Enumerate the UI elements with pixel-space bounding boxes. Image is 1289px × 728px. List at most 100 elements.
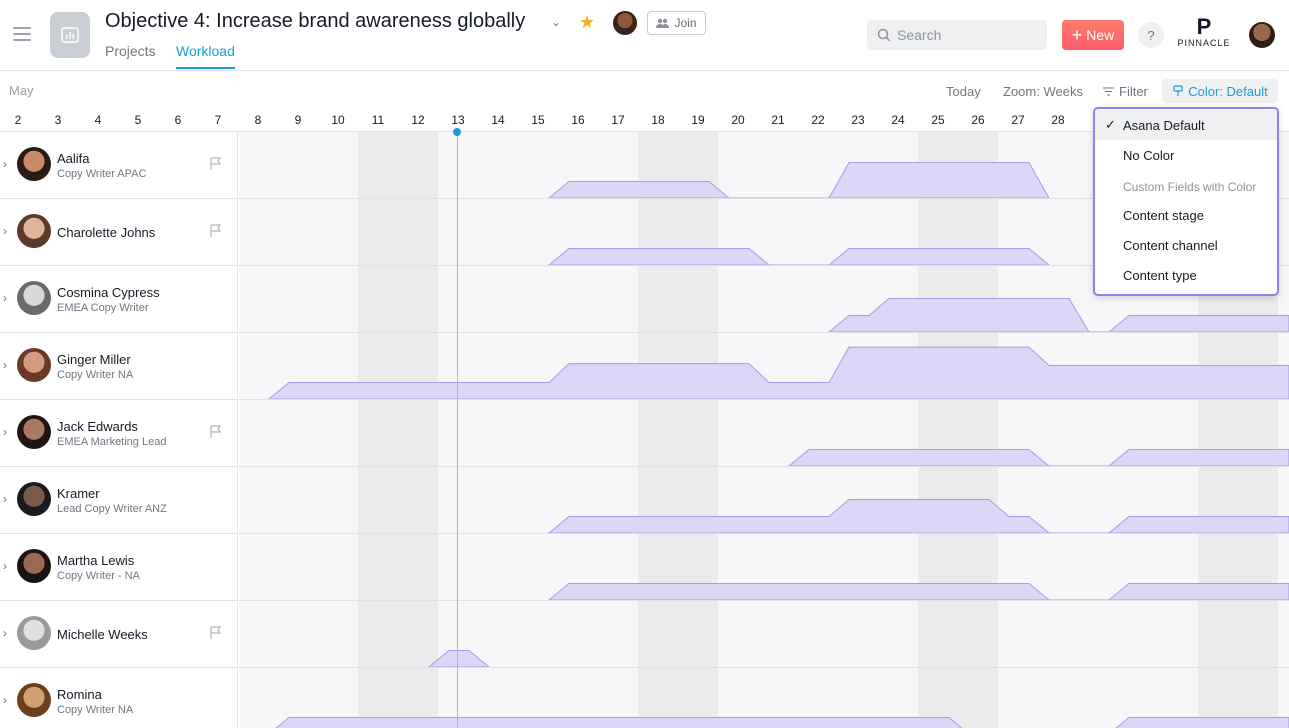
menu-item-content-channel[interactable]: Content channel: [1095, 230, 1277, 260]
date-label: 12: [411, 113, 425, 127]
new-label: New: [1086, 27, 1115, 43]
date-label: 10: [331, 113, 345, 127]
person-role: EMEA Copy Writer: [57, 302, 149, 314]
chevron-right-icon[interactable]: ›: [3, 693, 7, 707]
menu-item-no-color[interactable]: No Color: [1095, 140, 1277, 170]
zoom-button[interactable]: Zoom: Weeks: [1003, 84, 1083, 99]
person-name: Kramer: [57, 486, 100, 501]
avatar: [17, 147, 51, 181]
person-role: EMEA Marketing Lead: [57, 436, 167, 448]
chevron-right-icon[interactable]: ›: [3, 291, 7, 305]
people-icon: [656, 18, 670, 28]
avatar: [17, 214, 51, 248]
flag-icon[interactable]: [210, 425, 222, 439]
person-row[interactable]: › Charolette Johns: [0, 199, 238, 266]
organization-logo[interactable]: P PINNACLE: [1175, 16, 1233, 52]
menu-toggle-icon[interactable]: [13, 27, 31, 41]
user-avatar[interactable]: [1249, 22, 1275, 48]
person-name: Cosmina Cypress: [57, 285, 160, 300]
avatar: [17, 281, 51, 315]
avatar: [17, 616, 51, 650]
date-label: 9: [294, 113, 302, 127]
menu-item-asana-default[interactable]: ✓ Asana Default: [1095, 110, 1277, 140]
person-row[interactable]: › Martha Lewis Copy Writer - NA: [0, 534, 238, 601]
date-label: 4: [94, 113, 102, 127]
help-button[interactable]: ?: [1138, 22, 1164, 48]
person-row[interactable]: › Romina Copy Writer NA: [0, 668, 238, 728]
star-icon[interactable]: ★: [579, 12, 595, 33]
color-label: Color: Default: [1188, 83, 1268, 99]
date-label: 27: [1011, 113, 1025, 127]
avatar: [17, 348, 51, 382]
project-icon: [50, 12, 90, 58]
date-label: 28: [1051, 113, 1065, 127]
date-label: 8: [254, 113, 262, 127]
chevron-right-icon[interactable]: ›: [3, 224, 7, 238]
workload-area[interactable]: [547, 583, 1289, 601]
date-label: 22: [811, 113, 825, 127]
date-label: 2: [14, 113, 22, 127]
date-label: 7: [214, 113, 222, 127]
person-role: Lead Copy Writer ANZ: [57, 503, 167, 515]
page-title: Objective 4: Increase brand awareness gl…: [105, 10, 526, 32]
filter-label: Filter: [1119, 84, 1148, 99]
menu-item-label: Content stage: [1123, 207, 1204, 223]
date-label: 17: [611, 113, 625, 127]
person-row[interactable]: › Aalifa Copy Writer APAC: [0, 132, 238, 199]
flag-icon[interactable]: [210, 224, 222, 238]
date-label: 11: [371, 113, 385, 127]
search-input[interactable]: Search: [867, 20, 1047, 50]
search-placeholder: Search: [897, 27, 942, 43]
menu-item-label: Content channel: [1123, 237, 1218, 253]
avatar: [17, 482, 51, 516]
weekend-band: [918, 132, 998, 728]
search-icon: [877, 28, 891, 42]
menu-item-content-stage[interactable]: Content stage: [1095, 200, 1277, 230]
person-row[interactable]: › Jack Edwards EMEA Marketing Lead: [0, 400, 238, 467]
person-name: Michelle Weeks: [57, 627, 148, 642]
new-button[interactable]: + New: [1062, 20, 1124, 50]
tab-projects[interactable]: Projects: [105, 43, 156, 59]
filter-icon: [1103, 87, 1114, 96]
person-row[interactable]: › Ginger Miller Copy Writer NA: [0, 333, 238, 400]
person-name: Ginger Miller: [57, 352, 131, 367]
organization-name: PINNACLE: [1177, 38, 1231, 48]
avatar: [17, 683, 51, 717]
chevron-down-icon[interactable]: ⌄: [551, 15, 561, 29]
chevron-right-icon[interactable]: ›: [3, 425, 7, 439]
date-label: 14: [491, 113, 505, 127]
flag-icon[interactable]: [210, 626, 222, 640]
join-button[interactable]: Join: [647, 11, 706, 35]
person-role: Copy Writer - NA: [57, 570, 140, 582]
chevron-right-icon[interactable]: ›: [3, 626, 7, 640]
chevron-right-icon[interactable]: ›: [3, 559, 7, 573]
person-name: Romina: [57, 687, 102, 702]
person-role: Copy Writer NA: [57, 369, 134, 381]
today-button[interactable]: Today: [946, 84, 981, 99]
chevron-right-icon[interactable]: ›: [3, 492, 7, 506]
date-label: 13: [451, 113, 465, 127]
workload-area[interactable]: [269, 717, 1289, 728]
person-role: Copy Writer APAC: [57, 168, 147, 180]
date-label: 6: [174, 113, 182, 127]
person-name: Jack Edwards: [57, 419, 138, 434]
avatar[interactable]: [613, 11, 637, 35]
avatar: [17, 415, 51, 449]
pinnacle-logo-icon: P: [1196, 14, 1212, 39]
date-label: 19: [691, 113, 705, 127]
color-button[interactable]: Color: Default: [1162, 79, 1278, 103]
chevron-right-icon[interactable]: ›: [3, 358, 7, 372]
check-icon: ✓: [1105, 117, 1116, 132]
person-row[interactable]: › Michelle Weeks: [0, 601, 238, 668]
chevron-right-icon[interactable]: ›: [3, 157, 7, 171]
date-label: 21: [771, 113, 785, 127]
filter-button[interactable]: Filter: [1103, 84, 1148, 99]
person-name: Martha Lewis: [57, 553, 135, 568]
person-row[interactable]: › Cosmina Cypress EMEA Copy Writer: [0, 266, 238, 333]
tab-workload[interactable]: Workload: [176, 43, 235, 69]
person-row[interactable]: › Kramer Lead Copy Writer ANZ: [0, 467, 238, 534]
menu-item-content-type[interactable]: Content type: [1095, 260, 1277, 290]
divider: [0, 70, 1289, 71]
color-menu: ✓ Asana Default No Color Custom Fields w…: [1093, 107, 1279, 296]
flag-icon[interactable]: [210, 157, 222, 171]
